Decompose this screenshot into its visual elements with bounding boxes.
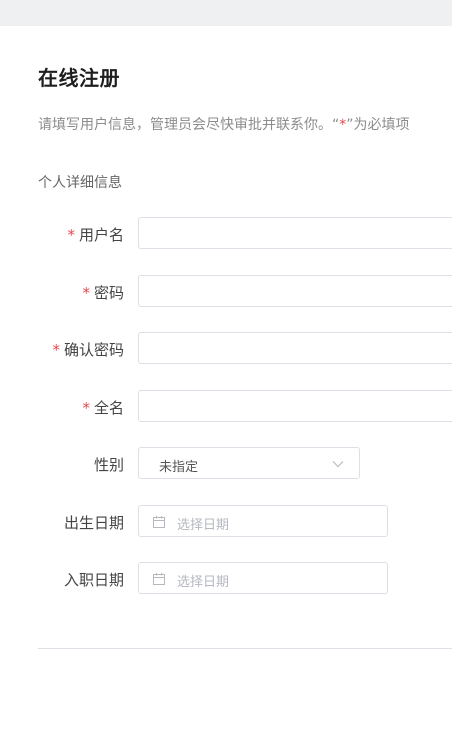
confirm-password-label-text: 确认密码 <box>63 341 124 359</box>
description-suffix: ”为必填项 <box>346 117 410 133</box>
hire-date-picker[interactable]: 选择日期 <box>138 562 388 594</box>
birth-date-label: 出生日期 <box>63 514 124 532</box>
section-title: 个人详细信息 <box>38 175 122 191</box>
birth-date-row: 出生日期 选择日期 <box>0 505 452 539</box>
username-label: * 用户名 <box>67 224 124 245</box>
birth-date-placeholder: 选择日期 <box>177 518 230 533</box>
top-bar <box>0 0 452 26</box>
gender-label: 性别 <box>93 456 124 474</box>
hire-date-row: 入职日期 选择日期 <box>0 562 452 596</box>
confirm-password-label: * 确认密码 <box>52 339 124 360</box>
divider <box>38 648 452 649</box>
required-marker: * <box>82 284 90 302</box>
description-prefix: 请填写用户信息，管理员会尽快审批并联系你。“ <box>38 117 340 133</box>
calendar-icon <box>153 516 165 528</box>
password-label: * 密码 <box>82 282 124 303</box>
username-row: * 用户名 <box>0 217 452 251</box>
hire-date-placeholder: 选择日期 <box>177 575 230 590</box>
page-title: 在线注册 <box>38 66 120 90</box>
required-marker: * <box>52 341 60 359</box>
password-input[interactable] <box>138 275 452 307</box>
gender-selected-value: 未指定 <box>159 460 199 475</box>
fullname-row: * 全名 <box>0 390 452 424</box>
birth-date-picker[interactable]: 选择日期 <box>138 505 388 537</box>
fullname-label-text: 全名 <box>93 399 124 417</box>
password-label-text: 密码 <box>93 284 124 302</box>
username-input[interactable] <box>138 217 452 249</box>
username-label-text: 用户名 <box>78 226 124 244</box>
fullname-input[interactable] <box>138 390 452 422</box>
chevron-down-icon <box>332 461 344 468</box>
hire-date-label: 入职日期 <box>63 571 124 589</box>
confirm-password-input[interactable] <box>138 332 452 364</box>
password-row: * 密码 <box>0 275 452 309</box>
gender-select[interactable]: 未指定 <box>138 447 360 479</box>
required-marker: * <box>82 399 90 417</box>
confirm-password-row: * 确认密码 <box>0 332 452 366</box>
calendar-icon <box>153 573 165 585</box>
required-marker: * <box>67 226 75 244</box>
page-description: 请填写用户信息，管理员会尽快审批并联系你。“*”为必填项 <box>38 114 452 134</box>
gender-row: 性别 未指定 <box>0 447 452 481</box>
fullname-label: * 全名 <box>82 397 124 418</box>
